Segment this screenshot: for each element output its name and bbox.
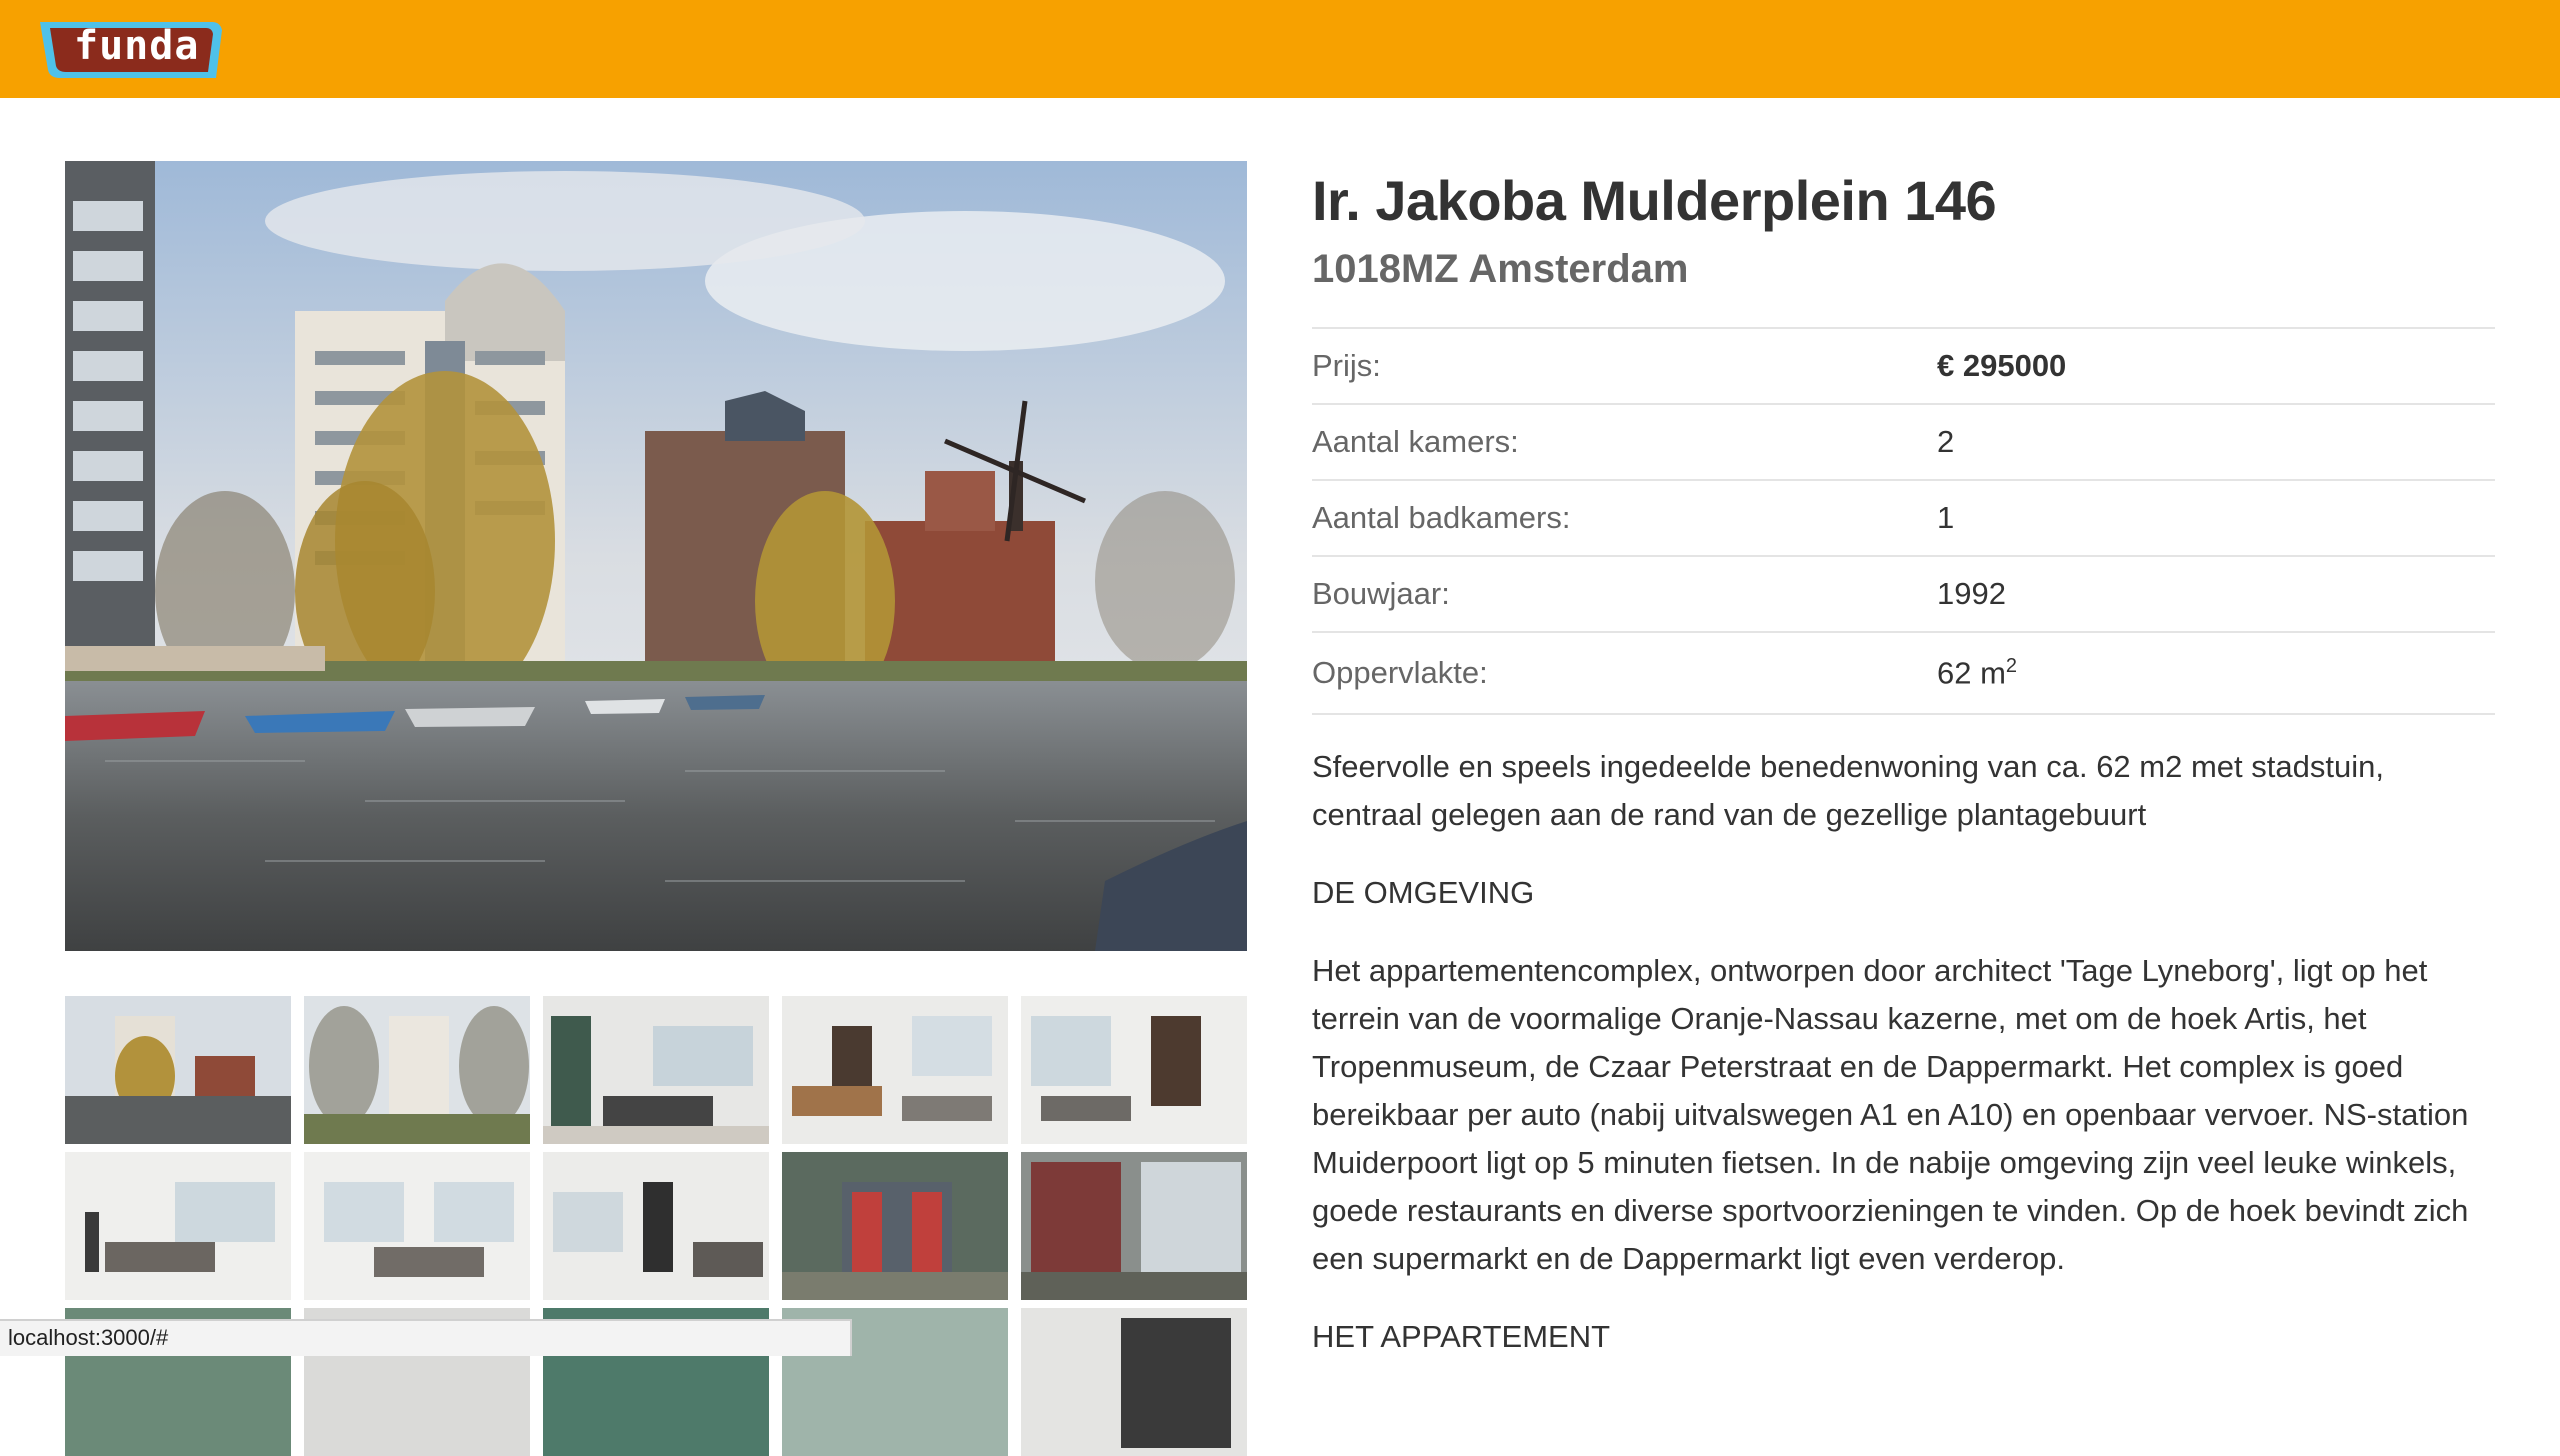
fact-row-rooms: Aantal kamers: 2 [1312, 405, 2495, 481]
section-heading-appartement: HET APPARTEMENT [1312, 1319, 1611, 1354]
thumbnail-10[interactable] [1021, 1152, 1247, 1300]
description-intro: Sfeervolle en speels ingedeelde benedenw… [1312, 749, 2384, 832]
fact-label: Bouwjaar: [1312, 576, 1450, 611]
section-text-omgeving: Het appartementencomplex, ontworpen door… [1312, 953, 2469, 1276]
thumbnail-9[interactable] [782, 1152, 1008, 1300]
thumb-building-photo [304, 996, 530, 1144]
thumbnail-15[interactable] [1021, 1308, 1247, 1456]
main-photo[interactable] [65, 161, 1247, 951]
fact-label: Prijs: [1312, 348, 1381, 383]
area-unit-exponent: 2 [2005, 654, 2018, 677]
thumb-interior-photo [543, 996, 769, 1144]
listing-details: Ir. Jakoba Mulderplein 146 1018MZ Amster… [1312, 161, 2495, 1361]
thumb-kitchen-photo [543, 1152, 769, 1300]
fact-row-price: Prijs: € 295000 [1312, 329, 2495, 405]
section-heading-omgeving: DE OMGEVING [1312, 875, 1535, 910]
thumbnail-1[interactable] [65, 996, 291, 1144]
thumb-photo-15 [1021, 1308, 1247, 1456]
fact-label: Aantal kamers: [1312, 424, 1519, 459]
fact-row-area: Oppervlakte: 62 m2 [1312, 633, 2495, 715]
listing-description: Sfeervolle en speels ingedeelde benedenw… [1312, 743, 2495, 1361]
fact-value-area: 62 m2 [1937, 655, 2017, 691]
listing-title: Ir. Jakoba Mulderplein 146 [1312, 169, 1997, 232]
thumbnail-3[interactable] [543, 996, 769, 1144]
browser-status-bar: localhost:3000/# [0, 1319, 852, 1356]
thumbnail-8[interactable] [543, 1152, 769, 1300]
thumb-sofa-photo [65, 1152, 291, 1300]
fact-value-price: € 295000 [1937, 348, 2067, 383]
funda-logo[interactable]: funda [36, 18, 226, 82]
listing-subtitle: 1018MZ Amsterdam [1312, 247, 1689, 291]
fact-row-bathrooms: Aantal badkamers: 1 [1312, 481, 2495, 557]
thumbnail-7[interactable] [304, 1152, 530, 1300]
thumbnail-4[interactable] [782, 996, 1008, 1144]
facts-table: Prijs: € 295000 Aantal kamers: 2 Aantal … [1312, 327, 2495, 715]
thumb-room-photo [1021, 996, 1247, 1144]
fact-row-build-year: Bouwjaar: 1992 [1312, 557, 2495, 633]
area-number: 62 m [1937, 655, 2006, 691]
thumbnail-6[interactable] [65, 1152, 291, 1300]
fact-label: Oppervlakte: [1312, 655, 1488, 690]
fact-label: Aantal badkamers: [1312, 500, 1571, 535]
photo-gallery [65, 161, 1247, 951]
logo-text: funda [74, 23, 200, 69]
top-header-bar: funda [0, 0, 2560, 98]
fact-value-build-year: 1992 [1937, 576, 2006, 611]
fact-value-bathrooms: 1 [1937, 500, 1955, 535]
thumbnail-5[interactable] [1021, 996, 1247, 1144]
thumbnail-grid [65, 996, 1247, 1456]
thumb-patio-photo [1021, 1152, 1247, 1300]
canal-buildings-photo [65, 161, 1247, 951]
thumb-lounge-photo [304, 1152, 530, 1300]
thumb-living-photo [782, 996, 1008, 1144]
thumbnail-2[interactable] [304, 996, 530, 1144]
thumb-canal-photo [65, 996, 291, 1144]
fact-value-rooms: 2 [1937, 424, 1955, 459]
thumb-garden-photo [782, 1152, 1008, 1300]
